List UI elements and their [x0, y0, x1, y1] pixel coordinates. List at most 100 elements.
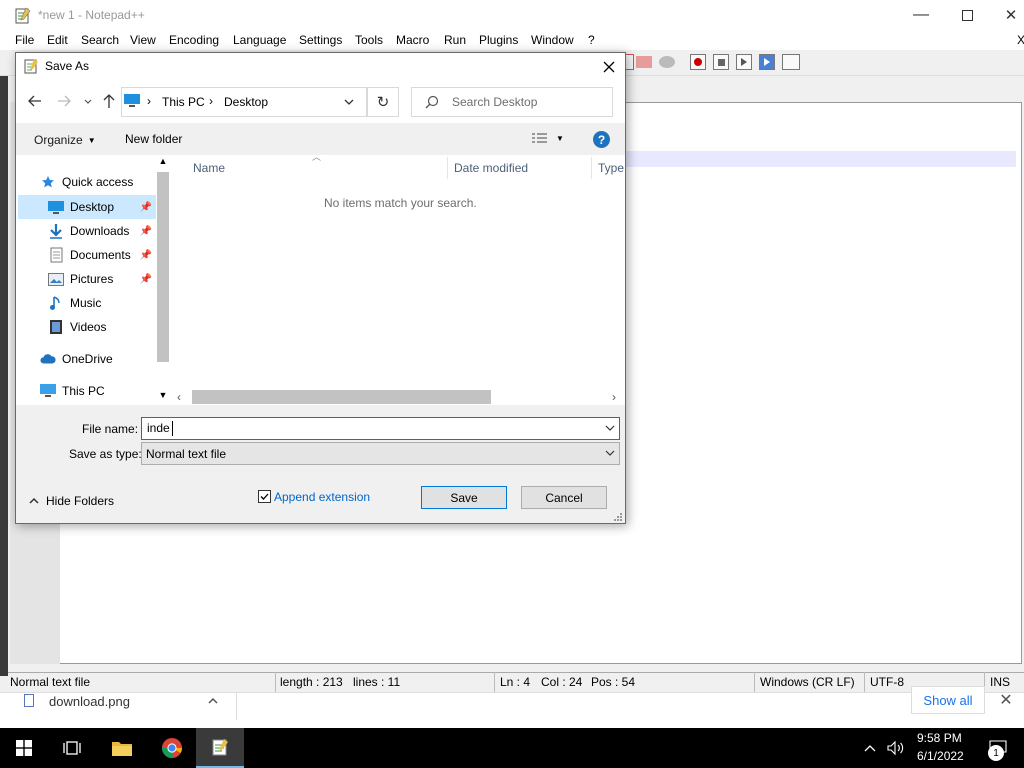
status-lines: lines : 11 [353, 675, 401, 689]
save-button[interactable]: Save [421, 486, 507, 509]
save-macro-icon[interactable] [782, 54, 800, 70]
menu-language[interactable]: Language [233, 33, 286, 47]
breadcrumb-desktop[interactable]: Desktop [224, 95, 268, 109]
organize-button[interactable]: Organize ▼ [34, 132, 96, 148]
menu-edit[interactable]: Edit [47, 33, 68, 47]
file-icon [24, 694, 34, 707]
documents-icon [48, 247, 64, 263]
new-folder-button[interactable]: New folder [125, 132, 182, 146]
back-arrow-icon[interactable] [26, 92, 44, 110]
forward-arrow-icon[interactable] [55, 92, 73, 110]
refresh-icon: ↻ [376, 94, 390, 111]
stop-macro-icon[interactable] [713, 54, 729, 70]
status-divider [275, 672, 276, 692]
folder-icon[interactable] [636, 56, 652, 68]
pictures-icon [48, 271, 64, 287]
refresh-button[interactable]: ↻ [367, 87, 399, 117]
minimize-button[interactable]: — [898, 0, 944, 30]
show-all-button[interactable]: Show all [911, 686, 985, 714]
menu-help[interactable]: ? [588, 33, 595, 47]
menu-macro[interactable]: Macro [396, 33, 429, 47]
menu-settings[interactable]: Settings [299, 33, 342, 47]
nav-scrollbar-thumb[interactable] [157, 172, 169, 362]
volume-icon[interactable] [884, 728, 908, 768]
status-divider [864, 672, 865, 692]
left-dark-strip [0, 76, 8, 676]
resize-grip-icon[interactable] [613, 511, 623, 521]
run-multiple-macro-icon[interactable] [759, 54, 775, 70]
nav-item-this-pc[interactable]: This PC [18, 379, 156, 403]
file-list[interactable] [172, 155, 625, 405]
view-options-icon[interactable] [531, 132, 549, 146]
column-header-type[interactable]: Type [598, 161, 624, 175]
dialog-title-bar [16, 53, 625, 81]
nav-item-pictures[interactable]: Pictures 📌 [18, 267, 156, 291]
doc-close-x[interactable]: X [1017, 33, 1024, 47]
hide-folders-button[interactable]: Hide Folders [28, 493, 114, 509]
status-insert-mode: INS [990, 675, 1011, 689]
dialog-close-icon[interactable] [596, 55, 622, 79]
nav-item-quick-access[interactable]: Quick access [18, 170, 156, 194]
file-explorer-icon[interactable] [98, 728, 146, 768]
chrome-icon[interactable] [148, 728, 196, 768]
nav-item-music[interactable]: Music [18, 291, 156, 315]
menu-run[interactable]: Run [444, 33, 466, 47]
speech-bubble-icon[interactable] [659, 56, 675, 68]
menu-file[interactable]: File [15, 33, 34, 47]
up-arrow-icon[interactable] [100, 92, 118, 110]
nav-item-label: Pictures [70, 272, 114, 286]
column-header-name[interactable]: Name [193, 161, 225, 175]
close-download-bar-icon[interactable]: ✕ [997, 690, 1015, 709]
list-scroll-right-icon[interactable]: › [612, 390, 616, 404]
append-extension-label[interactable]: Append extension [274, 490, 370, 504]
menu-tools[interactable]: Tools [355, 33, 383, 47]
nav-item-documents[interactable]: Documents 📌 [18, 243, 156, 267]
nav-scroll-down-icon[interactable]: ▼ [156, 390, 170, 404]
nav-scroll-up-icon[interactable]: ▲ [156, 156, 170, 170]
play-macro-icon[interactable] [736, 54, 752, 70]
menu-window[interactable]: Window [531, 33, 574, 47]
help-button[interactable]: ? [593, 131, 610, 148]
dialog-title: Save As [45, 59, 90, 73]
notepadpp-taskbar-icon[interactable] [196, 728, 244, 768]
nav-item-label: Videos [70, 320, 107, 334]
view-chevron-down-icon[interactable]: ▼ [556, 134, 564, 143]
breadcrumb-this-pc[interactable]: This PC [162, 95, 205, 109]
download-divider [236, 692, 237, 720]
column-header-date-modified[interactable]: Date modified [454, 161, 528, 175]
maximize-button[interactable] [944, 0, 990, 30]
menu-plugins[interactable]: Plugins [479, 33, 518, 47]
save-type-chevron-down-icon [605, 447, 615, 461]
recent-locations-chevron-icon[interactable] [83, 96, 93, 106]
clock-time[interactable]: 9:58 PM [917, 731, 962, 745]
windows-start-icon[interactable] [0, 728, 48, 768]
nav-item-downloads[interactable]: Downloads 📌 [18, 219, 156, 243]
chevron-up-icon[interactable] [206, 694, 220, 708]
cancel-button[interactable]: Cancel [521, 486, 607, 509]
nav-item-videos[interactable]: Videos [18, 315, 156, 339]
append-extension-checkbox[interactable] [258, 490, 271, 503]
clock-date[interactable]: 6/1/2022 [917, 749, 964, 763]
menu-encoding[interactable]: Encoding [169, 33, 219, 47]
download-file-name[interactable]: download.png [49, 694, 130, 709]
nav-item-desktop[interactable]: Desktop 📌 [18, 195, 156, 219]
nav-item-label: OneDrive [62, 352, 113, 366]
menu-search[interactable]: Search [81, 33, 119, 47]
editor-vertical-scrollbar[interactable] [1014, 102, 1022, 664]
list-hscrollbar-thumb[interactable] [192, 390, 491, 404]
nav-item-label: Desktop [70, 200, 115, 214]
file-name-dropdown-chevron-icon[interactable] [605, 422, 615, 436]
record-macro-icon[interactable] [690, 54, 706, 70]
address-dropdown-chevron-icon[interactable] [343, 96, 355, 108]
nav-item-onedrive[interactable]: OneDrive [18, 347, 156, 371]
save-as-type-select[interactable]: Normal text file [141, 442, 620, 465]
task-view-icon[interactable] [48, 728, 96, 768]
file-name-label: File name: [82, 422, 139, 436]
file-name-input[interactable]: inde [141, 417, 620, 440]
close-button[interactable]: ✕ [988, 0, 1024, 30]
menu-view[interactable]: View [130, 33, 156, 47]
empty-message: No items match your search. [324, 196, 477, 210]
column-divider [591, 157, 592, 179]
list-scroll-left-icon[interactable]: ‹ [177, 390, 181, 404]
chevron-up-icon[interactable] [860, 728, 880, 768]
